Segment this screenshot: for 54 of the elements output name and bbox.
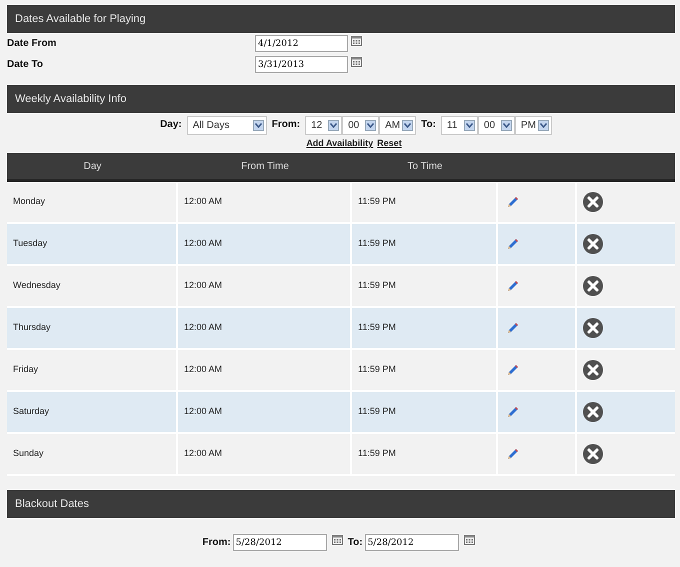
dropdown[interactable]: All Days bbox=[186, 116, 267, 135]
caret-icon bbox=[252, 120, 264, 131]
pencil-icon[interactable] bbox=[506, 448, 519, 460]
column-header: To Time bbox=[406, 160, 444, 174]
pencil-icon[interactable] bbox=[506, 322, 519, 334]
field-label: Day: bbox=[160, 118, 182, 132]
field-label: To: bbox=[348, 536, 363, 550]
link[interactable]: Reset bbox=[377, 137, 402, 151]
section-header: Dates Available for Playing bbox=[7, 5, 675, 33]
delete-icon[interactable] bbox=[583, 192, 603, 212]
delete-icon[interactable] bbox=[583, 276, 603, 296]
caret-icon bbox=[365, 120, 376, 131]
caret-icon bbox=[538, 120, 549, 131]
table-cell: 12:00 AM bbox=[178, 434, 352, 476]
field-label: From: bbox=[202, 536, 231, 550]
calendar-icon[interactable] bbox=[351, 35, 362, 46]
pencil-icon[interactable] bbox=[506, 196, 519, 208]
calendar-icon[interactable] bbox=[332, 534, 343, 545]
dropdown[interactable]: AM bbox=[379, 116, 416, 135]
caret-icon bbox=[464, 120, 475, 131]
field-label: To: bbox=[421, 118, 436, 132]
date-field[interactable]: 4/1/2012 bbox=[255, 35, 348, 52]
delete-icon[interactable] bbox=[583, 402, 603, 422]
dropdown[interactable]: 00 bbox=[342, 116, 380, 135]
delete-icon[interactable] bbox=[583, 318, 603, 338]
table-cell: 11:59 PM bbox=[352, 434, 498, 476]
column-header: Day bbox=[82, 160, 102, 174]
section-header: Weekly Availability Info bbox=[7, 85, 675, 113]
dropdown[interactable]: 11 bbox=[440, 116, 478, 135]
pencil-icon[interactable] bbox=[506, 280, 519, 292]
pencil-icon[interactable] bbox=[506, 406, 519, 418]
dropdown[interactable]: PM bbox=[514, 116, 552, 135]
calendar-icon[interactable] bbox=[351, 56, 362, 67]
section-header: Blackout Dates bbox=[7, 490, 675, 518]
dropdown[interactable]: 00 bbox=[478, 116, 515, 135]
field-label: Date From bbox=[7, 37, 58, 51]
delete-icon[interactable] bbox=[583, 360, 603, 380]
date-field[interactable]: 3/31/2013 bbox=[255, 56, 348, 73]
caret-icon bbox=[328, 120, 340, 131]
pencil-icon[interactable] bbox=[506, 364, 519, 376]
calendar-icon[interactable] bbox=[464, 534, 475, 545]
delete-icon[interactable] bbox=[583, 444, 603, 464]
caret-icon bbox=[402, 120, 414, 131]
date-field[interactable]: 5/28/2012 bbox=[364, 534, 459, 551]
dropdown[interactable]: 12 bbox=[305, 116, 342, 135]
delete-icon[interactable] bbox=[583, 234, 603, 254]
link[interactable]: Add Availability bbox=[306, 137, 374, 151]
table-cell: Sunday bbox=[7, 434, 178, 476]
column-header: From Time bbox=[240, 160, 290, 174]
pencil-icon[interactable] bbox=[506, 238, 519, 250]
caret-icon bbox=[500, 120, 512, 131]
date-field[interactable]: 5/28/2012 bbox=[232, 534, 327, 551]
field-label: Date To bbox=[7, 58, 44, 72]
field-label: From: bbox=[272, 118, 300, 132]
